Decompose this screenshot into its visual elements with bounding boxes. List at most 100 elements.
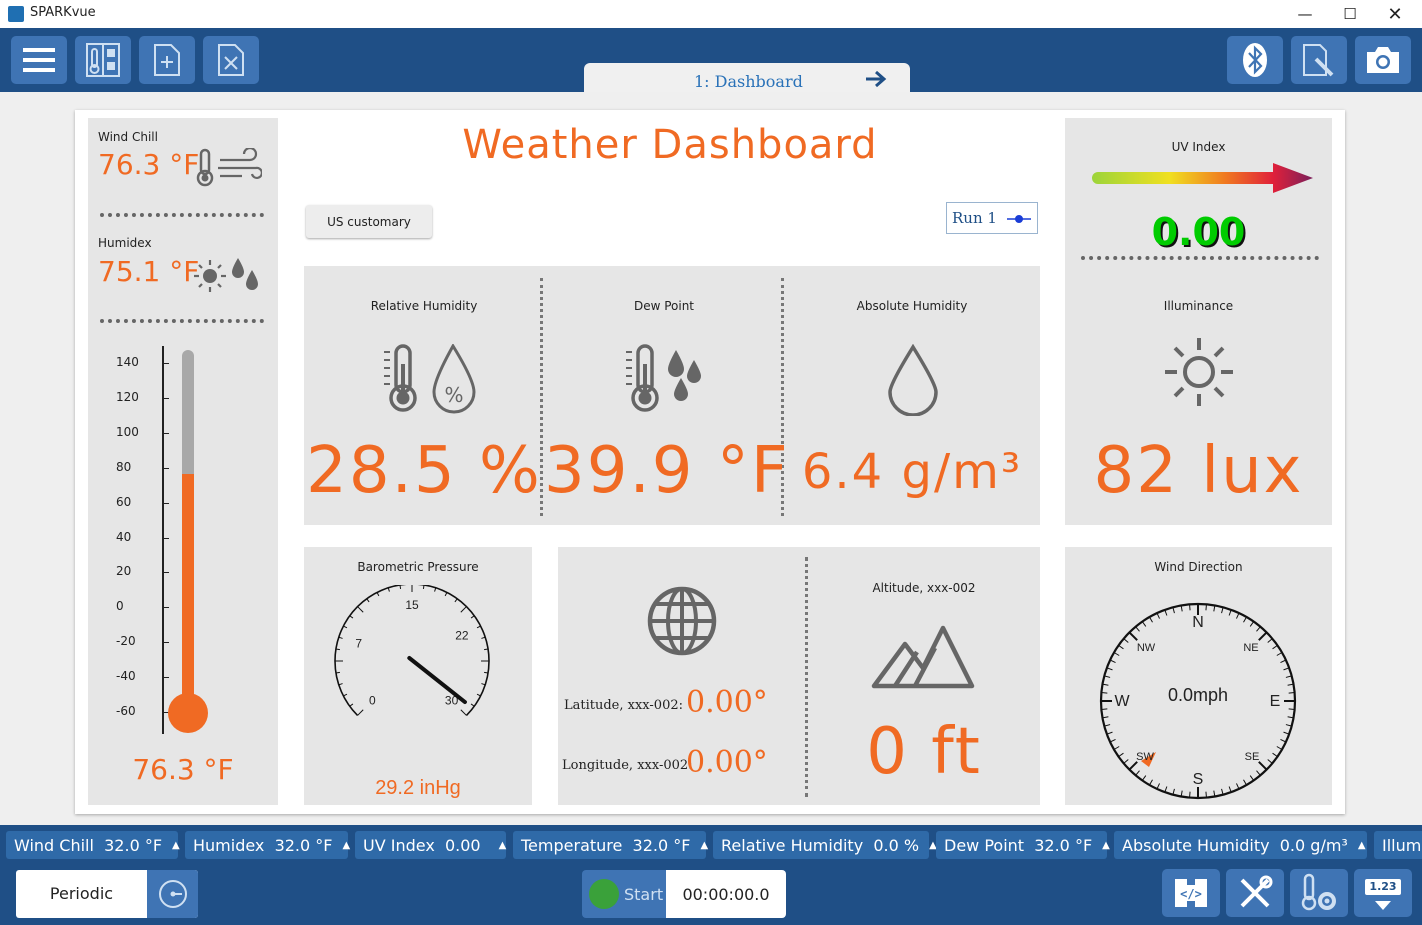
compass-tick: [1276, 746, 1283, 750]
compass-w: W: [1114, 693, 1130, 710]
page-tab-label: 1: Dashboard: [694, 72, 803, 91]
start-button[interactable]: Start: [582, 870, 666, 918]
chip-label: Wind Chill: [14, 835, 94, 855]
compass-tick: [1228, 609, 1232, 616]
chip-value: 0.0: [873, 835, 899, 855]
window-title: SPARKvue: [30, 5, 96, 20]
wind-chill-value: 76.3 °F: [98, 148, 200, 181]
digits-display-button[interactable]: 1.23: [1354, 869, 1412, 917]
code-button[interactable]: </>: [1162, 869, 1220, 917]
latitude-value: 0.00°: [686, 685, 768, 720]
thermometer-tick: [164, 572, 169, 574]
live-chip-humidex[interactable]: Humidex 32.0 °F ▲: [185, 831, 351, 859]
pressure-dial-tick: [338, 683, 343, 686]
live-data-bar: Wind Chill 32.0 °F ▲ Humidex 32.0 °F ▲ UV …: [0, 825, 1422, 865]
compass-tick: [1258, 761, 1268, 771]
pressure-dial-tick: [343, 693, 348, 697]
live-chip-illuminance[interactable]: Illum: [1374, 831, 1422, 859]
dew-point-value: 39.9 °F: [544, 434, 790, 508]
divider: [100, 213, 264, 217]
thermometer-tick-label: 60: [116, 494, 132, 509]
compass-tick: [1149, 616, 1153, 623]
thermometer-tick: [164, 502, 169, 504]
page-tab-dashboard[interactable]: 1: Dashboard: [584, 63, 910, 93]
chip-label: Temperature: [521, 835, 623, 855]
live-chip-absolute-humidity[interactable]: Absolute Humidity 0.0 g/m³ ▲: [1114, 831, 1367, 859]
pressure-dial-tick: [335, 648, 340, 651]
pressure-dial-tick: [335, 671, 340, 674]
uv-scale-arrow-icon: [1092, 163, 1313, 193]
wind-compass: N NE E SE S SW W NW 0.0mph: [1099, 602, 1297, 800]
thermometer-layout-icon: [86, 43, 120, 77]
run-label: Run 1: [952, 209, 997, 227]
pressure-dial: 07152230: [334, 585, 490, 717]
run-marker-icon: [1007, 215, 1031, 223]
templates-button[interactable]: [75, 36, 131, 84]
temperature-value: 76.3 °F: [132, 753, 234, 786]
minimize-button[interactable]: —: [1282, 0, 1328, 28]
sampling-options-button[interactable]: [147, 870, 198, 918]
code-blocks-icon: </>: [1175, 879, 1207, 907]
live-chip-dew-point[interactable]: Dew Point 32.0 °F ▲: [936, 831, 1110, 859]
compass-tick: [1113, 746, 1120, 750]
compass-tick: [1258, 631, 1268, 641]
bluetooth-button[interactable]: [1227, 36, 1283, 84]
compass-tick: [1236, 612, 1240, 619]
water-drop-icon: [888, 344, 938, 416]
compass-tick: [1101, 708, 1108, 710]
units-button[interactable]: US customary: [306, 205, 432, 238]
chevron-up-icon: ▲: [342, 839, 351, 851]
compass-tick: [1141, 621, 1147, 627]
compass-tick: [1109, 659, 1116, 663]
run-selector[interactable]: Run 1: [946, 202, 1038, 234]
compass-tick: [1283, 667, 1290, 671]
sensor-settings-button[interactable]: [1290, 869, 1348, 917]
wrench-screwdriver-icon: [1240, 875, 1273, 908]
chevron-down-icon: [1375, 901, 1391, 910]
pressure-dial-tick: [460, 709, 467, 716]
uv-index-value: 0.00: [1151, 210, 1246, 254]
delete-page-button[interactable]: [203, 36, 259, 84]
compass-tick: [1189, 791, 1191, 798]
main-menu-button[interactable]: [11, 36, 67, 84]
camera-icon: [1367, 47, 1399, 73]
close-button[interactable]: ✕: [1372, 0, 1418, 28]
chevron-up-icon: ▲: [1102, 839, 1110, 851]
longitude-value: 0.00°: [686, 745, 768, 780]
chip-unit: %: [903, 835, 920, 855]
maximize-button[interactable]: ☐: [1327, 0, 1373, 28]
compass-tick: [1280, 659, 1287, 663]
sampling-mode-label: Periodic: [49, 884, 114, 903]
pressure-dial-tick: [357, 709, 364, 716]
pressure-dial-tick: [476, 693, 481, 697]
tools-button[interactable]: [1226, 869, 1284, 917]
next-page-arrow-icon[interactable]: [864, 70, 888, 88]
pressure-gauge: 07152230: [334, 585, 490, 717]
pressure-dial-tick: [366, 598, 370, 603]
live-chip-uv-index[interactable]: UV Index 0.00 ▲: [355, 831, 506, 859]
compass-tick: [1256, 626, 1261, 632]
humidity-panel: Relative Humidity % 28.5 % Dew Point 39.…: [304, 266, 1040, 525]
sampling-mode-control[interactable]: Periodic: [16, 870, 198, 918]
thermometer-bulb: [168, 693, 208, 733]
compass-tick: [1267, 638, 1273, 643]
wind-chill-label: Wind Chill: [98, 130, 158, 144]
workspace: Wind Chill 76.3 °F Humidex 75.1 °F 140 1…: [0, 92, 1422, 825]
compass-tick: [1149, 779, 1153, 786]
chip-label: Illum: [1382, 835, 1422, 855]
window-titlebar: SPARKvue — ☐ ✕: [0, 0, 1422, 28]
pressure-dial-tick: [476, 625, 481, 629]
absolute-humidity-value: 6.4 g/m³: [801, 444, 1023, 500]
new-page-button[interactable]: [139, 36, 195, 84]
annotate-button[interactable]: [1291, 36, 1347, 84]
thermometer-tick-label: 140: [116, 355, 139, 369]
compass-tick: [1256, 770, 1261, 776]
compass-tick: [1272, 752, 1278, 758]
chevron-up-icon: ▲: [172, 839, 180, 851]
live-chip-wind-chill[interactable]: Wind Chill 32.0 °F ▲: [6, 831, 180, 859]
live-chip-relative-humidity[interactable]: Relative Humidity 0.0 % ▲: [713, 831, 937, 859]
live-chip-temperature[interactable]: Temperature 32.0 °F ▲: [513, 831, 708, 859]
pressure-dial-tick: [399, 585, 402, 589]
sampling-options-icon: [158, 880, 187, 908]
snapshot-button[interactable]: [1355, 36, 1411, 84]
